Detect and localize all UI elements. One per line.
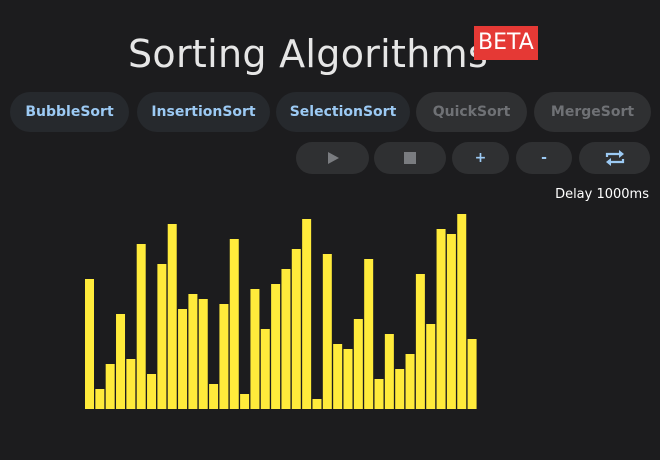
bar-13 (219, 304, 229, 409)
play-button[interactable] (296, 142, 369, 174)
shuffle-button[interactable] (579, 142, 650, 174)
bar-25 (343, 349, 353, 409)
selection-sort-button[interactable]: SelectionSort (276, 92, 410, 132)
bar-3 (116, 314, 126, 409)
bar-12 (209, 384, 219, 409)
bar-29 (384, 334, 394, 409)
algorithm-selector: BubbleSort InsertionSort SelectionSort Q… (0, 92, 660, 132)
bar-23 (322, 254, 332, 409)
bar-14 (229, 239, 239, 409)
bar-35 (446, 234, 456, 409)
bar-26 (353, 319, 363, 409)
bar-30 (395, 369, 405, 409)
quick-sort-button[interactable]: QuickSort (416, 92, 527, 132)
bar-27 (364, 259, 374, 409)
page-title: Sorting Algorithms (128, 32, 489, 76)
bar-1 (95, 389, 105, 409)
bar-32 (415, 274, 425, 409)
bar-8 (167, 224, 177, 409)
bar-24 (333, 344, 343, 409)
stop-button[interactable] (374, 142, 446, 174)
bar-18 (271, 284, 281, 409)
bar-20 (291, 249, 301, 409)
bar-15 (240, 394, 250, 409)
bar-10 (188, 294, 198, 409)
play-icon (327, 152, 339, 164)
increase-delay-button[interactable]: + (452, 142, 509, 174)
bar-31 (405, 354, 415, 409)
bar-16 (250, 289, 260, 409)
header: Sorting Algorithms BETA (0, 22, 660, 92)
bar-7 (157, 264, 167, 409)
repeat-icon (605, 150, 624, 166)
bubble-sort-button[interactable]: BubbleSort (10, 92, 129, 132)
insertion-sort-button[interactable]: InsertionSort (137, 92, 270, 132)
bar-2 (105, 364, 115, 409)
bar-34 (436, 229, 446, 409)
bar-9 (178, 309, 188, 409)
playback-controls: + - (0, 142, 660, 174)
bar-22 (312, 399, 322, 409)
bar-37 (467, 339, 477, 409)
bar-33 (426, 324, 436, 409)
beta-badge: BETA (474, 26, 538, 60)
bar-5 (136, 244, 146, 409)
merge-sort-button[interactable]: MergeSort (534, 92, 651, 132)
bar-11 (198, 299, 208, 409)
bar-21 (302, 219, 312, 409)
bar-17 (260, 329, 270, 409)
bar-6 (147, 374, 157, 409)
decrease-delay-button[interactable]: - (516, 142, 572, 174)
bar-28 (374, 379, 384, 409)
stop-icon (404, 152, 416, 164)
bar-4 (126, 359, 136, 409)
bar-36 (457, 214, 467, 409)
bar-0 (85, 279, 94, 409)
bar-19 (281, 269, 291, 409)
bar-chart (85, 214, 477, 409)
